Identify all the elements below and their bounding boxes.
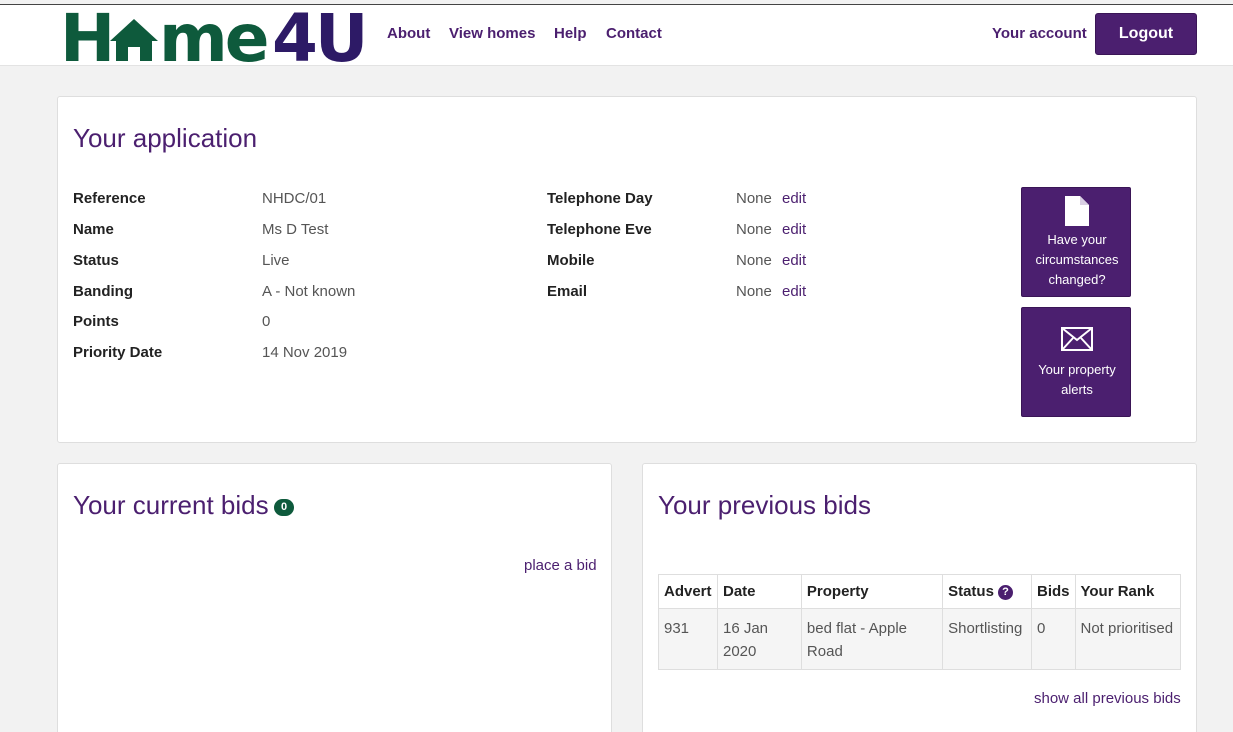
circumstances-line2: circumstances (1035, 252, 1119, 267)
show-all-previous-bids-link[interactable]: show all previous bids (1034, 690, 1181, 707)
status-value: Live (262, 252, 290, 269)
column-status-label: Status (948, 583, 994, 600)
priority-date-label: Priority Date (73, 344, 163, 361)
telephone-eve-value: None (736, 221, 772, 238)
property-alerts-button[interactable]: Your property alerts (1021, 307, 1131, 417)
nav-help[interactable]: Help (554, 25, 587, 42)
reference-label: Reference (73, 190, 146, 207)
circumstances-line3: changed? (1048, 272, 1106, 287)
table-row: 931 16 Jan 2020 bed flat - Apple Road Sh… (658, 608, 1181, 670)
site-header: H me 4U H me 4U About View homes Help Co… (0, 0, 1233, 77)
cell-advert: 931 (658, 608, 718, 670)
telephone-eve-edit-link[interactable]: edit (782, 221, 806, 238)
circumstances-changed-button[interactable]: Have your circumstances changed? (1021, 187, 1131, 297)
points-label: Points (73, 313, 119, 330)
column-bids: Bids (1030, 574, 1076, 609)
banding-label: Banding (73, 283, 133, 300)
current-bids-title: Your current bids (73, 490, 269, 520)
priority-date-value: 14 Nov 2019 (262, 344, 348, 361)
telephone-day-label: Telephone Day (547, 190, 653, 207)
current-bids-panel: Your current bids 0 place a bid (57, 463, 612, 732)
column-advert: Advert (658, 574, 718, 609)
previous-bids-table: Advert Date Property Status? Bids Your R… (658, 574, 1181, 670)
place-bid-link[interactable]: place a bid (524, 557, 597, 574)
mobile-edit-link[interactable]: edit (782, 252, 806, 269)
column-date: Date (716, 574, 802, 609)
mobile-value: None (736, 252, 772, 269)
email-value: None (736, 283, 772, 300)
application-title: Your application (73, 123, 258, 153)
email-edit-link[interactable]: edit (782, 283, 806, 300)
question-circle-icon[interactable]: ? (997, 585, 1013, 600)
table-header-row: Advert Date Property Status? Bids Your R… (658, 574, 1181, 609)
your-account-link[interactable]: Your account (992, 25, 1087, 42)
envelope-icon (1061, 327, 1093, 356)
column-status: Status? (942, 574, 1032, 609)
name-value: Ms D Test (262, 221, 329, 238)
telephone-day-value: None (736, 190, 772, 207)
email-label: Email (547, 283, 588, 300)
mobile-label: Mobile (547, 252, 595, 269)
telephone-day-edit-link[interactable]: edit (782, 190, 806, 207)
document-icon (1065, 196, 1089, 231)
circumstances-line1: Have your (1047, 232, 1107, 247)
home4u-logo[interactable]: H me 4U H me 4U (60, 0, 369, 77)
application-panel: Your application Reference NHDC/01 Name … (57, 96, 1197, 443)
name-label: Name (73, 221, 114, 238)
cell-property: bed flat - Apple Road (800, 608, 944, 670)
nav-about[interactable]: About (387, 25, 430, 42)
svg-text:4U: 4U (272, 5, 366, 65)
cell-your-rank: Not prioritised (1074, 608, 1181, 670)
status-label: Status (73, 252, 119, 269)
banding-value: A - Not known (262, 283, 356, 300)
logout-button[interactable]: Logout (1095, 13, 1197, 55)
cell-date: 16 Jan 2020 (716, 608, 802, 670)
nav-view-homes[interactable]: View homes (449, 25, 535, 42)
svg-text:H: H (60, 5, 115, 65)
column-property: Property (800, 574, 944, 609)
previous-bids-title: Your previous bids (658, 490, 871, 520)
property-alerts-line1: Your property (1038, 362, 1116, 377)
nav-contact[interactable]: Contact (606, 25, 662, 42)
reference-value: NHDC/01 (262, 190, 327, 207)
points-value: 0 (262, 313, 271, 330)
svg-text:me: me (159, 5, 267, 65)
current-bids-count-badge: 0 (274, 499, 294, 516)
property-alerts-line2: alerts (1061, 382, 1093, 397)
cell-status: Shortlisting (942, 608, 1032, 670)
column-your-rank: Your Rank (1074, 574, 1181, 609)
logo-graphic: H me 4U (60, 0, 369, 77)
cell-bids: 0 (1030, 608, 1076, 670)
telephone-eve-label: Telephone Eve (547, 221, 652, 238)
